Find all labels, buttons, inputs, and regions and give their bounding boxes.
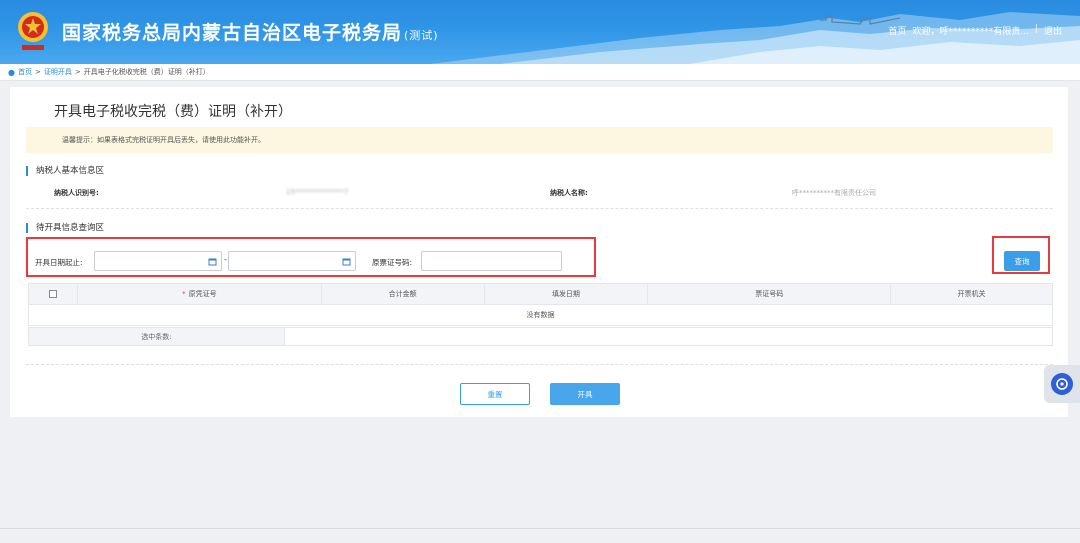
table-header-row: * 原凭证号 合计金额 填发日期 票证号码 开票机关 bbox=[28, 283, 1053, 305]
date-start-input[interactable] bbox=[94, 251, 222, 271]
selected-count-label: 选中条数: bbox=[29, 328, 285, 345]
column-header: 票证号码 bbox=[647, 283, 892, 305]
taxpayer-id-value: 15**************7 bbox=[286, 188, 349, 196]
chat-icon[interactable] bbox=[1051, 373, 1073, 395]
taxpayer-id-label: 纳税人识别号: bbox=[54, 189, 99, 197]
date-range-label: 开具日期起止: bbox=[35, 258, 83, 267]
voucher-number-input[interactable] bbox=[421, 251, 562, 271]
breadcrumb: ● 首页 > 证明开具 > 开具电子化税收完税（费）证明（补打） bbox=[0, 64, 1080, 81]
tax-emblem-icon bbox=[18, 12, 48, 50]
reset-button[interactable]: 重置 bbox=[460, 383, 530, 405]
nav-logout-link[interactable]: 退出 bbox=[1044, 24, 1062, 37]
taxpayer-name-label: 纳税人名称: bbox=[550, 189, 588, 197]
results-table: * 原凭证号 合计金额 填发日期 票证号码 开票机关 没有数据 bbox=[28, 283, 1053, 326]
section-divider bbox=[26, 208, 1053, 209]
site-title-tag: (测试) bbox=[404, 29, 439, 42]
select-all-cell[interactable] bbox=[28, 283, 78, 305]
tip-banner: 温馨提示：如果表格式完税证明开具后丢失，请使用此功能补开。 bbox=[26, 127, 1053, 153]
voucher-number-label: 原票证号码: bbox=[372, 258, 413, 267]
column-header-label: 原凭证号 bbox=[188, 290, 217, 298]
date-range-separator: - bbox=[224, 255, 227, 264]
empty-message: 没有数据 bbox=[28, 304, 1053, 326]
breadcrumb-current: 开具电子化税收完税（费）证明（补打） bbox=[83, 68, 210, 76]
breadcrumb-separator: > bbox=[74, 68, 81, 76]
select-all-checkbox[interactable] bbox=[48, 290, 57, 298]
page-title: 开具电子税收完税（费）证明（补开） bbox=[54, 104, 292, 120]
column-header: 填发日期 bbox=[483, 283, 649, 305]
issue-button[interactable]: 开具 bbox=[550, 383, 620, 405]
site-title: 国家税务总局内蒙古自治区电子税务局 (测试) bbox=[62, 18, 439, 45]
calendar-icon[interactable] bbox=[208, 257, 217, 266]
breadcrumb-separator: > bbox=[34, 68, 41, 76]
query-section-title: 待开具信息查询区 bbox=[26, 223, 104, 233]
nav-home-link[interactable]: 首页 bbox=[888, 24, 906, 37]
column-header: * 原凭证号 bbox=[76, 283, 322, 305]
top-nav: 首页 欢迎，呼**********有限责... | 退出 bbox=[888, 24, 1062, 37]
query-button[interactable]: 查询 bbox=[1004, 251, 1040, 271]
taxpayer-section-title: 纳税人基本信息区 bbox=[26, 166, 104, 176]
breadcrumb-home-link[interactable]: 首页 bbox=[18, 67, 32, 77]
column-header: 合计金额 bbox=[320, 283, 485, 305]
location-pin-icon: ● bbox=[8, 67, 15, 77]
calendar-icon[interactable] bbox=[342, 257, 351, 266]
selected-count-row: 选中条数: bbox=[28, 327, 1053, 346]
site-header: 国家税务总局内蒙古自治区电子税务局 (测试) 首页 欢迎，呼**********有… bbox=[0, 0, 1080, 64]
main-card: 开具电子税收完税（费）证明（补开） 温馨提示：如果表格式完税证明开具后丢失，请使… bbox=[10, 87, 1068, 417]
required-marker: * bbox=[182, 290, 186, 298]
site-title-text: 国家税务总局内蒙古自治区电子税务局 bbox=[62, 22, 403, 44]
nav-separator: | bbox=[1034, 24, 1038, 34]
online-service-button[interactable] bbox=[1044, 365, 1080, 403]
table-empty-row: 没有数据 bbox=[28, 304, 1053, 326]
taxpayer-name-value: 呼**********有限责任公司 bbox=[792, 189, 876, 197]
section-divider bbox=[26, 364, 1053, 365]
breadcrumb-level1-link[interactable]: 证明开具 bbox=[44, 67, 72, 77]
footer-divider bbox=[0, 528, 1080, 529]
date-end-input[interactable] bbox=[228, 251, 356, 271]
column-header: 开票机关 bbox=[890, 283, 1053, 305]
nav-welcome-user[interactable]: 欢迎，呼**********有限责... bbox=[912, 24, 1029, 37]
